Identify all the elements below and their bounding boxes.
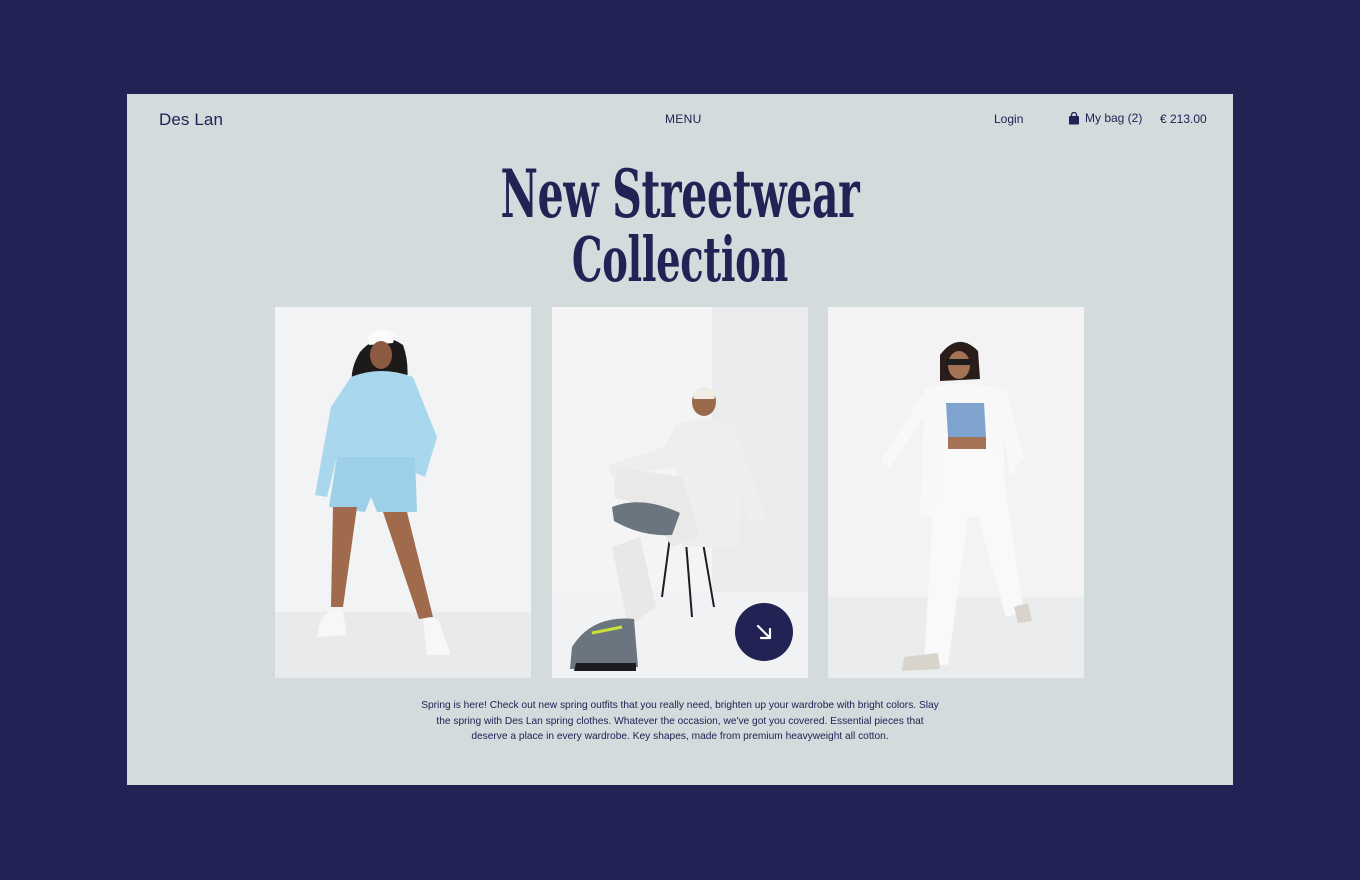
product-photo-3[interactable] <box>828 307 1084 678</box>
hero-card: Des Lan MENU Login My bag (2) € 213.00 N… <box>127 94 1233 785</box>
arrow-down-right-icon <box>755 623 773 641</box>
brand-logo[interactable]: Des Lan <box>159 110 223 130</box>
hero-title-line-2: Collection <box>571 223 789 296</box>
explore-button[interactable] <box>735 603 793 661</box>
bag-link[interactable]: My bag (2) <box>1068 111 1142 125</box>
menu-button[interactable]: MENU <box>665 112 702 126</box>
login-link[interactable]: Login <box>994 112 1023 126</box>
top-nav: Des Lan MENU Login My bag (2) € 213.00 <box>127 94 1233 144</box>
bag-label: My bag (2) <box>1085 111 1143 125</box>
bag-total: € 213.00 <box>1160 112 1207 126</box>
shopping-bag-icon <box>1068 111 1080 125</box>
hero-title-line-1: New Streetwear <box>500 155 860 233</box>
collection-description: Spring is here! Check out new spring out… <box>421 700 939 742</box>
product-photo-1[interactable] <box>275 307 531 678</box>
